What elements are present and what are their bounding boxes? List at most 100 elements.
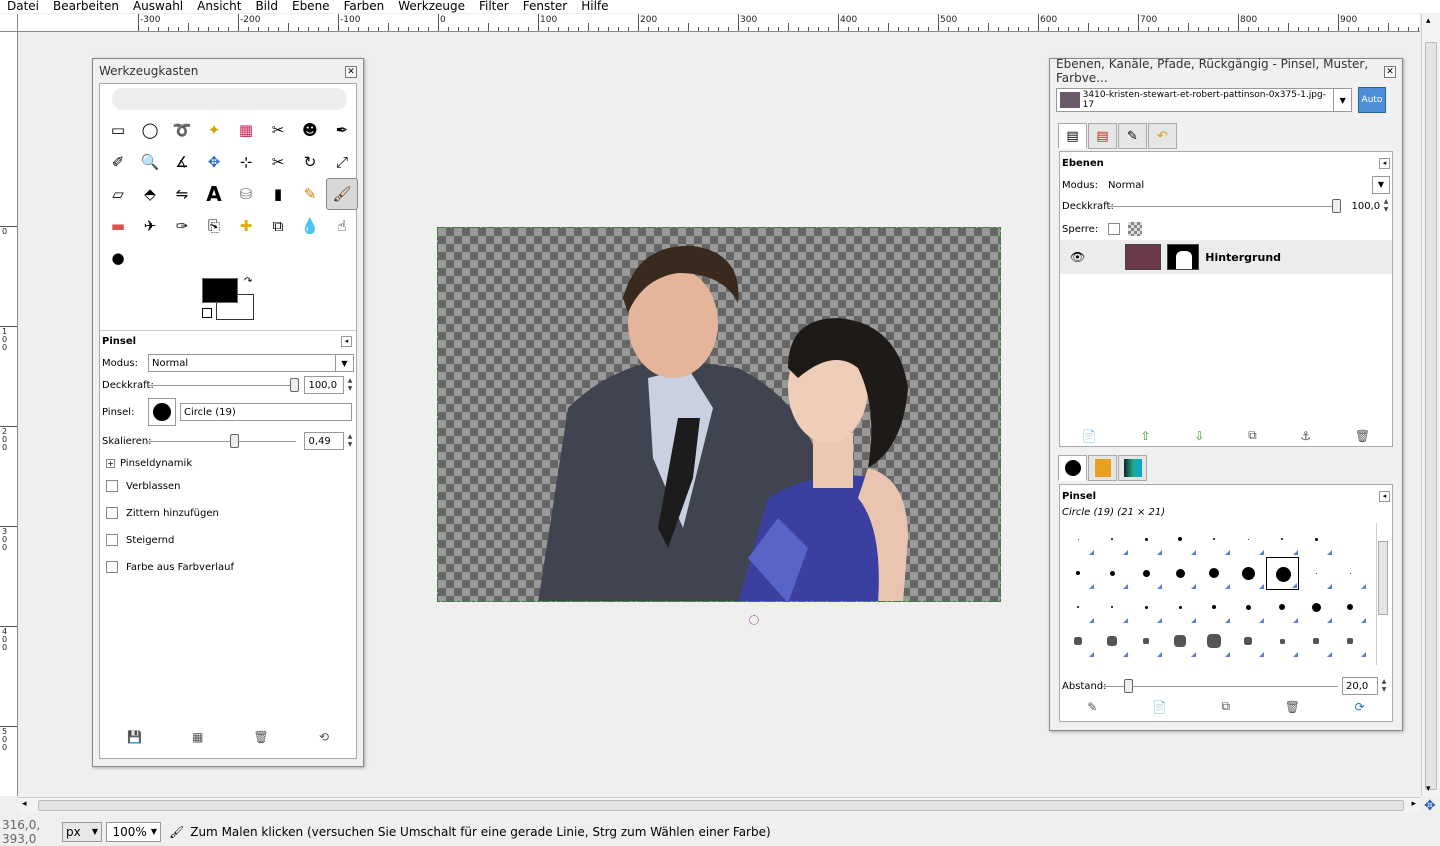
checkbox[interactable] [106, 561, 118, 573]
close-icon[interactable]: ✕ [345, 66, 357, 78]
delete-brush-icon[interactable]: 🗑 [1285, 700, 1300, 714]
image-canvas[interactable] [437, 227, 1001, 602]
brush-cell[interactable] [1232, 523, 1265, 556]
color-select-tool-button[interactable]: ▦ [230, 114, 262, 146]
panel-menu-icon[interactable]: ◂ [341, 336, 352, 347]
align-tool-button[interactable]: ⊹ [230, 146, 262, 178]
menu-item-datei[interactable]: Datei [0, 0, 46, 13]
spin-arrows-icon[interactable]: ▲ ▼ [346, 433, 354, 449]
brush-cell[interactable] [1266, 523, 1299, 556]
chevron-down-icon[interactable]: ▼ [1372, 176, 1390, 194]
brush-cell[interactable] [1334, 557, 1367, 590]
brush-name-field[interactable]: Circle (19) [180, 403, 352, 421]
perspective-clone-tool-button[interactable]: ⧉ [262, 210, 294, 242]
smudge-tool-button[interactable]: ☝ [326, 210, 358, 242]
anchor-layer-icon[interactable]: ⚓ [1300, 429, 1311, 443]
checkbox[interactable] [106, 507, 118, 519]
tab-paths[interactable]: ✎ [1118, 123, 1147, 149]
checkbox[interactable] [106, 534, 118, 546]
spacing-slider-knob[interactable] [1124, 678, 1133, 693]
layer-mode-value[interactable]: Normal [1108, 180, 1144, 191]
scale-tool-button[interactable]: ⤢ [326, 146, 358, 178]
refresh-brushes-icon[interactable]: ⟳ [1355, 700, 1365, 714]
brush-cell[interactable] [1096, 523, 1129, 556]
brush-cell[interactable] [1334, 625, 1367, 658]
tab-patterns[interactable] [1088, 455, 1117, 481]
menu-item-filter[interactable]: Filter [472, 0, 516, 13]
tab-gradients[interactable] [1118, 455, 1147, 481]
ellipse-select-tool-button[interactable]: ◯ [134, 114, 166, 146]
menu-item-farben[interactable]: Farben [337, 0, 392, 13]
blur-tool-button[interactable]: 💧 [294, 210, 326, 242]
default-colors-icon[interactable] [202, 308, 212, 318]
spin-arrows-icon[interactable]: ▲ ▼ [1382, 198, 1390, 214]
reset-options-icon[interactable]: ⟲ [319, 730, 329, 744]
raise-layer-icon[interactable]: ⇧ [1141, 429, 1151, 443]
brush-cell[interactable] [1232, 591, 1265, 624]
lower-layer-icon[interactable]: ⇩ [1194, 429, 1204, 443]
auto-button[interactable]: Auto [1358, 87, 1386, 113]
menu-item-ansicht[interactable]: Ansicht [190, 0, 248, 13]
menu-item-bearbeiten[interactable]: Bearbeiten [46, 0, 126, 13]
brush-cell[interactable] [1164, 625, 1197, 658]
brush-cell[interactable] [1130, 523, 1163, 556]
delete-options-icon[interactable]: 🗑 [254, 730, 269, 744]
move-tool-button[interactable]: ✥ [198, 146, 230, 178]
option-row[interactable]: Steigernd [106, 534, 174, 546]
tab-undo[interactable]: ↶ [1148, 123, 1177, 149]
brush-cell[interactable] [1300, 523, 1333, 556]
option-row[interactable]: Zittern hinzufügen [106, 507, 219, 519]
shear-tool-button[interactable]: ▱ [102, 178, 134, 210]
brush-cell[interactable] [1334, 591, 1367, 624]
brush-cell[interactable] [1232, 557, 1265, 590]
foreground-select-tool-button[interactable]: ☻ [294, 114, 326, 146]
scroll-left-icon[interactable]: ◂ [22, 799, 27, 809]
brush-cell[interactable] [1300, 625, 1333, 658]
image-select[interactable]: 3410-kristen-stewart-et-robert-pattinson… [1056, 88, 1352, 112]
new-brush-icon[interactable]: 📄 [1152, 700, 1167, 714]
tab-layers[interactable]: ▤ [1058, 123, 1087, 149]
foreground-color-swatch[interactable] [202, 278, 238, 303]
brush-cell[interactable] [1062, 591, 1095, 624]
menu-item-bild[interactable]: Bild [248, 0, 285, 13]
option-row[interactable]: Verblassen [106, 480, 181, 492]
airbrush-tool-button[interactable]: ✈ [134, 210, 166, 242]
horizontal-scrollbar[interactable]: ◂ ▸ [18, 797, 1420, 813]
swap-colors-icon[interactable]: ↷ [244, 276, 252, 287]
panel-menu-icon[interactable]: ◂ [1379, 491, 1390, 502]
vertical-scrollbar[interactable]: ▴ ▾ [1421, 14, 1440, 796]
brush-cell[interactable] [1198, 591, 1231, 624]
save-options-icon[interactable]: 💾 [127, 730, 142, 744]
scale-input[interactable]: 0,49 [304, 432, 345, 450]
layer-opacity-slider[interactable] [1108, 198, 1341, 213]
perspective-tool-button[interactable]: ⬘ [134, 178, 166, 210]
paintbrush-tool-button[interactable]: 🖌 [326, 178, 358, 210]
delete-layer-icon[interactable]: 🗑 [1355, 429, 1370, 443]
menu-item-ebene[interactable]: Ebene [285, 0, 337, 13]
crop-tool-button[interactable]: ✂ [262, 146, 294, 178]
blend-tool-button[interactable]: ▮ [262, 178, 294, 210]
spacing-slider[interactable] [1102, 678, 1338, 693]
menu-item-fenster[interactable]: Fenster [516, 0, 575, 13]
clone-tool-button[interactable]: ⎘ [198, 210, 230, 242]
brush-cell[interactable] [1164, 557, 1197, 590]
panel-menu-icon[interactable]: ◂ [1379, 158, 1390, 169]
fuzzy-select-tool-button[interactable]: ✦ [198, 114, 230, 146]
rotate-tool-button[interactable]: ↻ [294, 146, 326, 178]
duplicate-brush-icon[interactable]: ⧉ [1222, 699, 1231, 714]
color-picker-tool-button[interactable]: ✐ [102, 146, 134, 178]
rect-select-tool-button[interactable]: ▭ [102, 114, 134, 146]
tab-channels[interactable]: ▤ [1088, 123, 1117, 149]
vertical-scroll-thumb[interactable] [1425, 42, 1437, 790]
layer-row[interactable]: 👁 Hintergrund [1060, 240, 1392, 274]
toolbox-titlebar[interactable]: Werkzeugkasten [93, 59, 363, 83]
menu-item-hilfe[interactable]: Hilfe [574, 0, 615, 13]
expander-icon[interactable]: + [106, 459, 115, 468]
new-layer-icon[interactable]: 📄 [1082, 429, 1097, 443]
brush-grid-scroll-thumb[interactable] [1378, 541, 1388, 615]
lasso-tool-button[interactable]: ➰ [166, 114, 198, 146]
spin-arrows-icon[interactable]: ▲ ▼ [346, 377, 354, 393]
checkbox[interactable] [106, 480, 118, 492]
spin-arrows-icon[interactable]: ▲ ▼ [1380, 678, 1388, 694]
brush-cell[interactable] [1130, 557, 1163, 590]
